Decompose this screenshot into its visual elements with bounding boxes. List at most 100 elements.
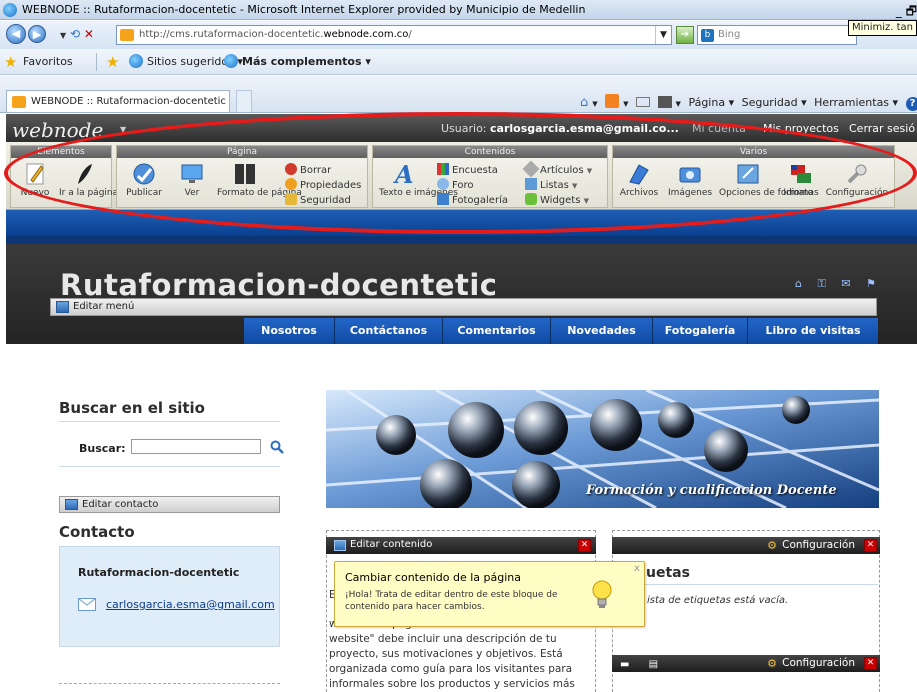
group-header: Página: [117, 146, 367, 158]
close-icon[interactable]: ✕: [578, 539, 591, 552]
site-favicon-icon: [120, 29, 134, 41]
edit-menu-label: Editar menú: [73, 301, 135, 312]
url-dropdown-icon[interactable]: ▼: [655, 26, 671, 44]
contact-heading: Contacto: [59, 523, 135, 541]
my-projects-link[interactable]: Mis proyectos: [763, 122, 839, 135]
page-format-button[interactable]: Formato de página: [217, 162, 302, 198]
window-titlebar: WEBNODE :: Rutaformacion-docentetic - Mi…: [0, 0, 917, 20]
gallery-button[interactable]: Fotogalería: [437, 193, 508, 206]
nav-nosotros[interactable]: Nosotros: [244, 318, 335, 344]
text-images-button[interactable]: A Texto e imágenes: [379, 162, 458, 198]
nav-libro-de-visitas[interactable]: Libro de visitas: [748, 318, 878, 344]
delete-button[interactable]: Borrar: [285, 163, 331, 176]
favorites-bar: ★ Favoritos ★ Sitios sugeridos ▾ Más com…: [0, 49, 917, 75]
folder-icon: [629, 164, 649, 185]
edit-contact-bar[interactable]: Editar contacto: [59, 496, 280, 513]
suggested-sites-icon: [129, 54, 143, 68]
languages-button[interactable]: Idiomas: [781, 162, 821, 198]
widgets-icon: [525, 193, 537, 205]
group-varios: Varios Archivos Imágenes Opciones de for…: [612, 145, 895, 208]
site-search-input[interactable]: [131, 439, 261, 454]
config-bar-top[interactable]: ⚙ Configuración: [612, 537, 880, 554]
url-field[interactable]: http://cms.rutaformacion-docentetic.webn…: [116, 25, 672, 45]
address-toolbar: ◀ ▶ ▼ ⟲ ✕ http://cms.rutaformacion-docen…: [0, 21, 917, 49]
dropdown-arrow-icon[interactable]: ▼: [60, 31, 66, 40]
print-icon[interactable]: [657, 96, 672, 108]
site-nav: Nosotros Contáctanos Comentarios Novedad…: [244, 318, 878, 344]
browser-tab[interactable]: WEBNODE :: Rutaformacion-docentetic: [6, 90, 230, 112]
webnode-logo[interactable]: webnode: [12, 118, 103, 142]
block-tool-icons[interactable]: ▬ ▤: [620, 659, 666, 670]
envelope-icon: [78, 598, 96, 611]
forum-icon: [437, 178, 449, 190]
safety-menu[interactable]: Seguridad ▾: [742, 96, 807, 109]
logo-dropdown-icon[interactable]: ▼: [120, 125, 126, 134]
close-icon[interactable]: ✕: [864, 657, 877, 670]
back-button[interactable]: ◀: [6, 24, 26, 44]
popup-title: Cambiar contenido de la página: [345, 571, 522, 584]
files-button[interactable]: Archivos: [617, 162, 661, 198]
config-label: Configuración: [782, 539, 855, 551]
nav-contactanos[interactable]: Contáctanos: [335, 318, 443, 344]
header-quick-icons[interactable]: ⌂ ⚿ ✉ ⚑: [795, 277, 882, 291]
goto-page-button[interactable]: Ir a la página: [59, 162, 118, 198]
contact-email-link[interactable]: carlosgarcia.esma@gmail.com: [106, 598, 275, 611]
articles-button[interactable]: Artículos ▼: [522, 160, 592, 178]
mail-icon[interactable]: [636, 97, 651, 107]
poll-icon: [437, 163, 449, 175]
tags-empty-message: ista de etiquetas está vacía.: [647, 595, 789, 606]
webnode-ribbon: Elementos Nuevo Ir a la página Página Pu…: [6, 142, 917, 210]
publish-button[interactable]: Publicar: [123, 162, 165, 198]
edit-menu-bar[interactable]: Editar menú: [50, 298, 877, 316]
stop-icon[interactable]: ✕: [84, 27, 94, 41]
tab-favicon-icon: [12, 96, 26, 108]
forum-button[interactable]: Foro: [437, 178, 474, 191]
search-field[interactable]: b Bing: [697, 25, 857, 45]
refresh-icon[interactable]: ⟲: [70, 27, 80, 41]
properties-button[interactable]: Propiedades: [285, 178, 361, 191]
contact-box: [59, 546, 280, 647]
nav-novedades[interactable]: Novedades: [551, 318, 653, 344]
properties-icon: [285, 178, 297, 190]
popup-close-icon[interactable]: x: [634, 563, 640, 574]
command-bar: ⌂ ▼ ▼ ▼ Página ▾ Seguridad ▾ Herramientas…: [580, 94, 917, 111]
poll-button[interactable]: Encuesta: [437, 163, 498, 176]
tags-heading: uetas: [646, 565, 690, 581]
close-icon[interactable]: ✕: [864, 539, 877, 552]
favorites-button[interactable]: Favoritos: [23, 55, 73, 68]
format-options-button[interactable]: Opciones de formato: [719, 162, 813, 198]
addons-icon: [224, 54, 238, 68]
go-button[interactable]: ➔: [676, 26, 694, 44]
lists-button[interactable]: Listas ▼: [525, 178, 577, 191]
images-button[interactable]: Imágenes: [665, 162, 715, 198]
nav-actions: ▼ ⟲ ✕: [60, 27, 94, 41]
help-icon[interactable]: ?: [905, 97, 917, 111]
feeds-icon[interactable]: [605, 94, 620, 108]
security-button[interactable]: Seguridad: [285, 193, 351, 206]
content-body[interactable]: website. La página "Bienvenidos a nuestr…: [329, 617, 591, 692]
add-favorite-icon[interactable]: ★: [106, 53, 119, 71]
site-title[interactable]: Rutaformacion-docentetic: [60, 268, 497, 302]
search-placeholder: Bing: [718, 29, 741, 40]
tools-menu[interactable]: Herramientas ▾: [814, 96, 898, 109]
favorites-star-icon[interactable]: ★: [4, 53, 17, 71]
home-icon[interactable]: ⌂: [580, 95, 588, 110]
group-header: Varios: [613, 146, 894, 158]
forward-button[interactable]: ▶: [28, 25, 46, 43]
nav-fotogaleria[interactable]: Fotogalería: [653, 318, 748, 344]
svg-text:A: A: [393, 162, 414, 186]
new-button[interactable]: Nuevo: [15, 162, 55, 198]
search-icon[interactable]: [270, 440, 284, 454]
settings-button[interactable]: Configuración: [823, 162, 891, 198]
page-menu[interactable]: Página ▾: [688, 96, 734, 109]
new-tab-button[interactable]: [236, 90, 252, 112]
widgets-button[interactable]: Widgets ▼: [525, 193, 589, 206]
group-header: Elementos: [11, 146, 111, 158]
view-button[interactable]: Ver: [171, 162, 213, 198]
my-account-link[interactable]: Mi cuenta: [692, 122, 746, 135]
logout-link[interactable]: Cerrar sesió: [849, 122, 915, 135]
nav-comentarios[interactable]: Comentarios: [443, 318, 551, 344]
edit-content-bar[interactable]: Editar contenido: [326, 537, 596, 554]
edit-icon: [56, 301, 69, 313]
more-addons-button[interactable]: Más complementos ▾: [242, 55, 371, 68]
